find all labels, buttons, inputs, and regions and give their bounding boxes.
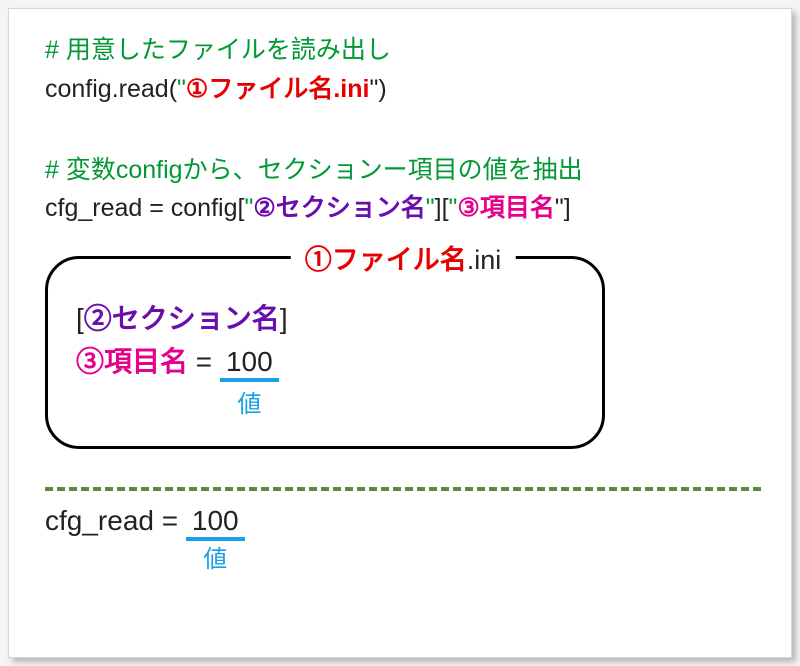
file-item-num: ③ bbox=[76, 346, 104, 377]
quote-open-1: " bbox=[177, 75, 186, 103]
file-section-num: ② bbox=[84, 303, 112, 334]
result-value-caption: 値 bbox=[203, 539, 227, 574]
result-line: cfg_read = 100 値 bbox=[45, 505, 761, 537]
file-marker-ext: .ini bbox=[333, 75, 369, 103]
item-marker-label: 項目名 bbox=[480, 194, 555, 222]
file-item-row: ③項目名 = 100 値 bbox=[76, 340, 574, 417]
code-line-read: config.read("①ファイル名.ini") bbox=[45, 70, 761, 109]
quote-close-3: " bbox=[555, 194, 564, 222]
result-value-wrap: 100 値 bbox=[186, 505, 245, 537]
comment2-var: config bbox=[116, 156, 183, 184]
section-marker-num: ② bbox=[253, 194, 275, 222]
explainer-card: # 用意したファイルを読み出し config.read("①ファイル名.ini"… bbox=[8, 8, 792, 658]
file-value-wrap: 100 値 bbox=[220, 340, 279, 383]
item-marker-num: ③ bbox=[457, 194, 479, 222]
separator-dashed bbox=[45, 487, 761, 491]
quote-open-2: " bbox=[244, 194, 253, 222]
comment-line-2: # 変数configから、セクションー項目の値を抽出 bbox=[45, 151, 761, 190]
bracket-right: ] bbox=[280, 303, 288, 334]
comment-line-1: # 用意したファイルを読み出し bbox=[45, 31, 761, 70]
file-box: [②セクション名] ③項目名 = 100 値 bbox=[45, 256, 605, 449]
file-value: 100 bbox=[220, 346, 279, 382]
file-section-row: [②セクション名] bbox=[76, 297, 574, 340]
code-read-prefix: config.read( bbox=[45, 75, 177, 103]
spacer bbox=[45, 109, 761, 151]
file-item-label: 項目名 bbox=[104, 346, 188, 377]
file-marker-num: ① bbox=[186, 75, 208, 103]
cfg-mid: ][ bbox=[435, 194, 449, 222]
result-value: 100 bbox=[186, 505, 245, 541]
bracket-left: [ bbox=[76, 303, 84, 334]
cfg-prefix: cfg_read = config[ bbox=[45, 194, 244, 222]
file-value-caption: 値 bbox=[237, 386, 261, 423]
file-title-ext: .ini bbox=[467, 245, 502, 275]
section-marker-label: セクション名 bbox=[276, 194, 426, 222]
file-section-label: セクション名 bbox=[112, 303, 280, 334]
quote-close-1: " bbox=[369, 75, 378, 103]
result-prefix: cfg_read = bbox=[45, 505, 186, 536]
file-illustration: ①ファイル名.ini [②セクション名] ③項目名 = 100 値 bbox=[45, 256, 761, 449]
comment2-prefix: # 変数 bbox=[45, 156, 116, 184]
file-marker-label: ファイル名 bbox=[208, 75, 333, 103]
file-title-label: ファイル名 bbox=[332, 245, 467, 275]
code-read-suffix: ) bbox=[378, 75, 386, 103]
code-line-cfgread: cfg_read = config["②セクション名"]["③項目名"] bbox=[45, 189, 761, 228]
quote-close-2: " bbox=[426, 194, 435, 222]
file-title-num: ① bbox=[305, 245, 332, 275]
comment2-suffix: から、セクションー項目の値を抽出 bbox=[183, 156, 583, 184]
file-item-eq: = bbox=[188, 346, 220, 377]
file-title: ①ファイル名.ini bbox=[291, 238, 516, 277]
cfg-suffix: ] bbox=[564, 194, 571, 222]
